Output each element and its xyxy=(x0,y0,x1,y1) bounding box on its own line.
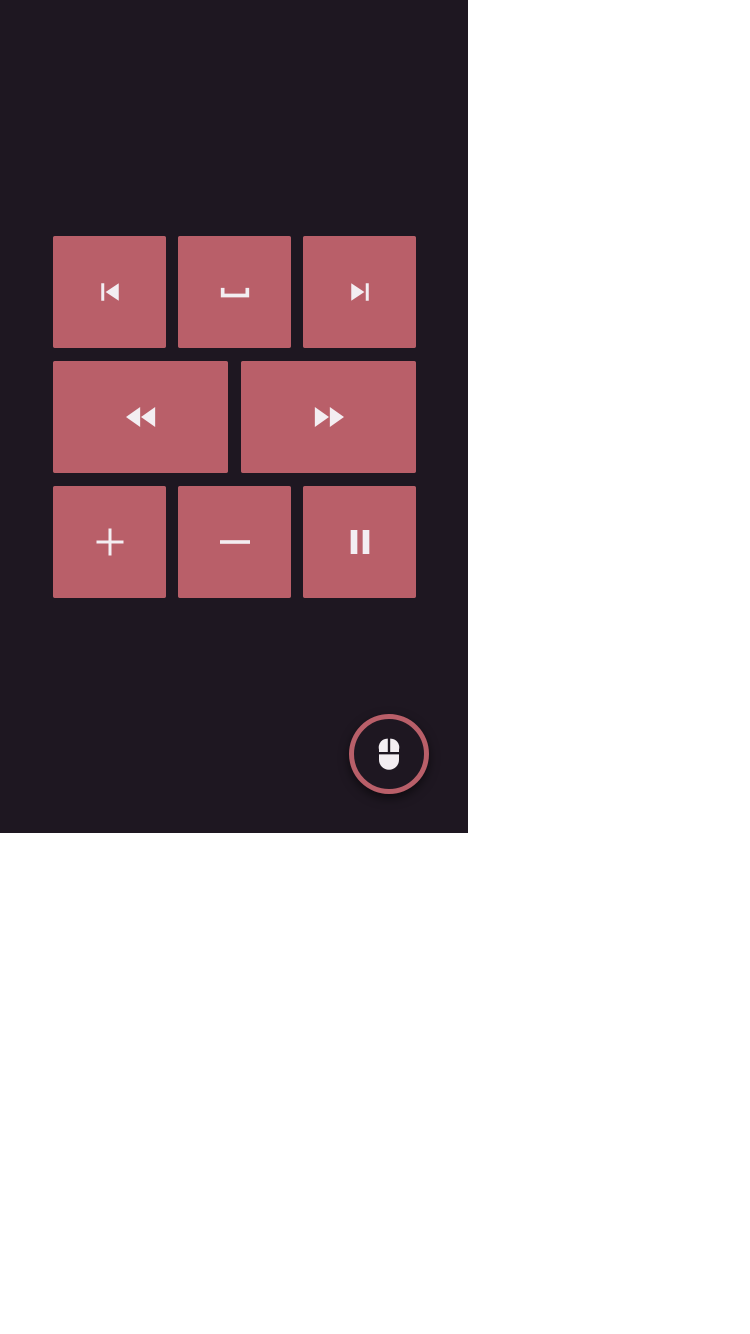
skip-next-icon xyxy=(350,283,369,301)
mouse-icon xyxy=(378,738,400,770)
volume-down-button[interactable] xyxy=(178,486,291,598)
rewind-button[interactable] xyxy=(53,361,228,473)
rewind-icon xyxy=(125,407,155,427)
plus-icon xyxy=(96,528,123,556)
fast-forward-icon xyxy=(314,407,344,427)
remote-control-screen xyxy=(0,0,468,833)
volume-up-button[interactable] xyxy=(53,486,166,598)
skip-previous-icon xyxy=(100,283,119,301)
space-bar-icon xyxy=(220,287,249,298)
next-track-button[interactable] xyxy=(303,236,416,348)
pause-icon xyxy=(350,530,369,554)
pause-button[interactable] xyxy=(303,486,416,598)
previous-track-button[interactable] xyxy=(53,236,166,348)
mouse-mode-button[interactable] xyxy=(349,714,429,794)
minus-icon xyxy=(219,540,250,544)
fast-forward-button[interactable] xyxy=(241,361,416,473)
space-button[interactable] xyxy=(178,236,291,348)
